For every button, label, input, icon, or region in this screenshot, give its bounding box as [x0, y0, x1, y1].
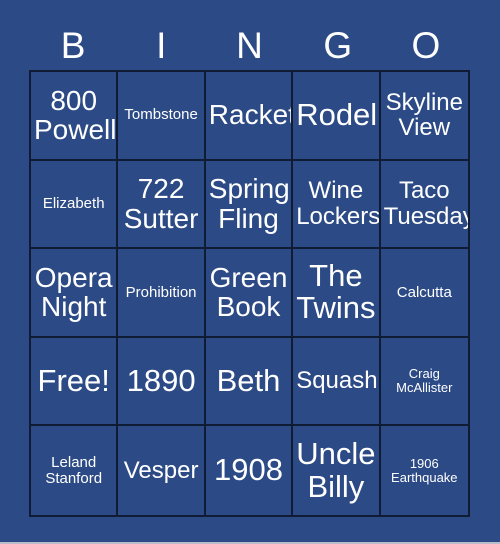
bingo-cell[interactable]: 722 Sutter — [118, 160, 206, 250]
bingo-cell-label: Opera Night — [34, 261, 113, 323]
bingo-cell-label: 1908 — [214, 452, 283, 488]
bingo-cell[interactable]: Squash — [293, 337, 381, 427]
bingo-cell-label: Beth — [216, 362, 281, 398]
bingo-cell-label: Uncle Billy — [296, 435, 376, 504]
bingo-cell-label: 1890 — [126, 362, 196, 398]
bingo-cell-label: Craig McAllister — [396, 366, 453, 396]
bingo-cell[interactable]: 1908 — [205, 426, 294, 515]
bingo-cell[interactable]: Leland Stanford — [31, 426, 119, 515]
bingo-cell-label: Elizabeth — [42, 194, 105, 212]
bingo-cell[interactable]: Uncle Billy — [293, 426, 381, 515]
bingo-cell-label: The Twins — [296, 257, 376, 326]
bingo-cell-label: Skyline View — [385, 88, 463, 142]
bingo-cell[interactable]: Wine Lockers — [293, 160, 381, 250]
bingo-cell[interactable]: Taco Tuesday — [380, 160, 468, 250]
bingo-cell-label: Spring Fling — [208, 173, 290, 234]
bingo-cell[interactable]: Racket — [205, 72, 294, 161]
bingo-cell-label: Vesper — [123, 456, 199, 484]
header-letter-i: I — [156, 24, 167, 66]
header-letter-g: G — [323, 24, 353, 66]
header-letter-o: O — [411, 24, 441, 66]
bingo-cell-label: Taco Tuesday — [383, 177, 468, 230]
bingo-cell-label: Free! — [37, 362, 110, 398]
bingo-cell-label: Green Book — [209, 261, 288, 323]
bingo-cell-label: Wine Lockers — [296, 177, 381, 230]
bingo-cell-label: 722 Sutter — [123, 173, 199, 234]
bingo-cell-label: Rodel — [296, 96, 378, 132]
bingo-cell[interactable]: Craig McAllister — [380, 337, 468, 427]
bingo-cell[interactable]: Free! — [31, 337, 119, 427]
bingo-cell[interactable]: 1906 Earthquake — [380, 426, 468, 515]
bingo-card: B I N G O 800 Powell Tombstone Racket Rodel… — [0, 0, 500, 542]
bingo-cell[interactable]: Spring Fling — [205, 160, 294, 250]
bingo-cell[interactable]: Beth — [205, 337, 294, 427]
bingo-cell[interactable]: Calcutta — [380, 249, 468, 338]
bingo-cell[interactable]: Skyline View — [380, 72, 468, 161]
bingo-cell[interactable]: Elizabeth — [31, 160, 119, 250]
bingo-cell-label: Calcutta — [396, 283, 452, 301]
bingo-cell[interactable]: Rodel — [293, 72, 381, 161]
bingo-cell[interactable]: Tombstone — [118, 72, 206, 161]
header-letter-b: B — [60, 24, 86, 66]
bingo-grid: 800 Powell Tombstone Racket Rodel Skyline Vi… — [29, 70, 470, 517]
bingo-header: B I N G O — [29, 20, 470, 70]
bingo-cell[interactable]: 800 Powell — [31, 72, 119, 161]
bingo-cell-label: 1906 Earthquake — [391, 455, 458, 485]
bingo-cell-label: Tombstone — [124, 106, 198, 124]
header-letter-n: N — [236, 24, 263, 66]
bingo-cell-label: Racket — [208, 99, 294, 131]
bingo-cell[interactable]: Opera Night — [31, 249, 119, 338]
bingo-cell[interactable]: The Twins — [293, 249, 381, 338]
bingo-cell-label: Squash — [296, 367, 378, 395]
bingo-cell[interactable]: Green Book — [205, 249, 294, 338]
bingo-cell-label: 800 Powell — [34, 84, 117, 146]
bingo-cell[interactable]: Prohibition — [118, 249, 206, 338]
bingo-cell[interactable]: 1890 — [118, 337, 206, 427]
bingo-cell-label: Leland Stanford — [45, 453, 103, 487]
bingo-cell-label: Prohibition — [125, 283, 197, 301]
bingo-cell[interactable]: Vesper — [118, 426, 206, 515]
